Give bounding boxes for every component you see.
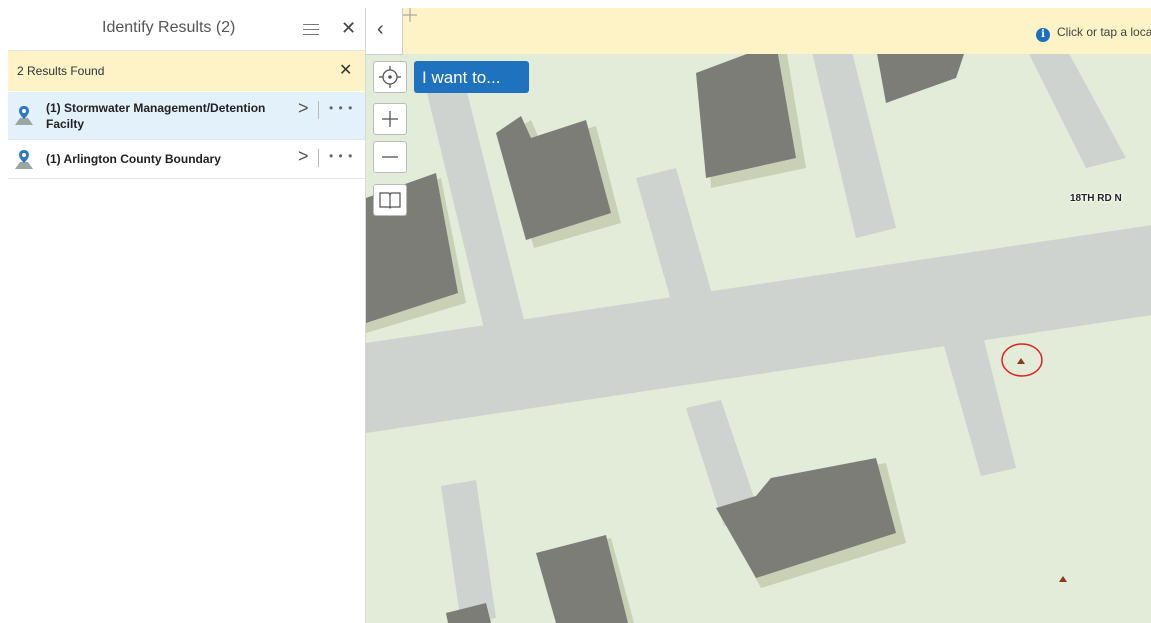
divider [318,101,319,119]
close-panel-icon[interactable]: ✕ [341,18,356,38]
map-pin-icon [15,150,33,169]
info-banner: i Click or tap a location o [403,8,1151,54]
legend-button[interactable] [373,184,407,216]
result-item-arlington[interactable]: (1) Arlington County Boundary > • • • [8,140,365,179]
dismiss-results-icon[interactable]: ✕ [339,60,352,80]
panel-title: Identify Results (2) [102,19,236,36]
info-text: Click or tap a location o [1057,25,1151,39]
results-found-bar: 2 Results Found ✕ [8,51,365,91]
i-want-to-button[interactable]: I want to... [414,61,529,93]
crosshair-icon [403,8,417,22]
map-view[interactable]: 18TH RD N ‹ i Click or tap a location o … [366,8,1151,623]
more-options-icon[interactable]: • • • [329,101,353,115]
collapse-panel-button[interactable]: ‹ [366,8,403,55]
result-label-line1: (1) Arlington County Boundary [46,152,221,166]
locate-icon [379,66,401,88]
chevron-right-icon[interactable]: > [298,146,309,167]
result-item-stormwater[interactable]: (1) Stormwater Management/Detention Faci… [8,92,365,140]
zoom-in-button[interactable] [373,103,407,135]
chevron-right-icon[interactable]: > [298,98,309,119]
map-pin-icon [15,106,33,125]
info-icon: i [1036,28,1050,42]
i-want-to-label: I want to... [422,68,501,87]
identify-results-panel: Identify Results (2) ✕ 2 Results Found ✕… [8,8,366,623]
more-options-icon[interactable]: • • • [329,149,353,163]
list-menu-icon[interactable] [303,24,319,39]
minus-icon [382,156,398,158]
road-label: 18TH RD N [1070,193,1122,204]
result-label-line2: Facilty [46,117,85,131]
panel-header: Identify Results (2) ✕ [8,8,365,51]
locate-button[interactable] [373,61,407,93]
map-canvas[interactable] [366,8,1151,623]
result-label-line1: (1) Stormwater Management/Detention [46,101,266,115]
results-count-text: 2 Results Found [17,64,105,78]
book-icon [379,192,401,209]
plus-icon [382,111,398,127]
divider [318,149,319,167]
zoom-out-button[interactable] [373,141,407,173]
